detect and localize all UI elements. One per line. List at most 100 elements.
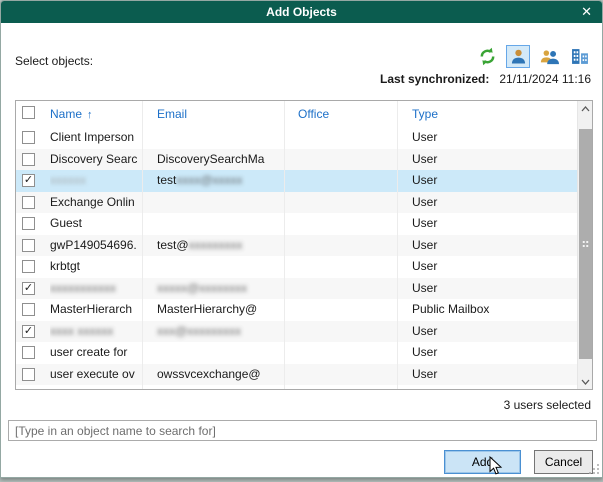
cell-name: krbtgt — [16, 256, 142, 278]
cell-email — [142, 256, 284, 278]
cell-type: User — [412, 259, 438, 273]
column-header-type[interactable]: Type — [412, 107, 438, 121]
vertical-scrollbar[interactable] — [577, 101, 592, 389]
scroll-up-icon[interactable] — [578, 101, 592, 116]
cell-type: User — [412, 237, 438, 252]
object-type-toolbar — [475, 45, 592, 68]
search-input[interactable] — [8, 420, 597, 441]
table-row[interactable]: Guest User — [16, 213, 577, 235]
close-icon[interactable]: ✕ — [581, 4, 592, 20]
titlebar[interactable]: Add Objects ✕ — [1, 1, 602, 23]
dialog-title: Add Objects — [266, 5, 337, 19]
row-checkbox[interactable] — [22, 346, 35, 359]
cell-type: User — [412, 345, 438, 359]
column-divider — [284, 101, 285, 389]
row-checkbox[interactable] — [22, 217, 35, 230]
cell-email: xxxxx@xxxxxxxx — [142, 278, 284, 300]
cell-name: MasterHierarch — [16, 299, 142, 321]
cell-email — [142, 342, 284, 364]
cell-name: user create for — [16, 342, 142, 364]
column-divider — [142, 101, 143, 389]
row-checkbox[interactable] — [22, 260, 35, 273]
row-checkbox[interactable] — [22, 152, 35, 166]
cell-office — [284, 149, 397, 171]
table-row[interactable]: MasterHierarch MasterHierarchy@ Public Mai… — [16, 299, 577, 321]
scrollbar-thumb[interactable] — [579, 129, 592, 359]
column-header-office[interactable]: Office — [298, 107, 329, 121]
table-row[interactable]: ✓ xxxx xxxxxx xxx@xxxxxxxxx User — [16, 320, 577, 343]
cancel-button[interactable]: Cancel — [534, 450, 593, 474]
cell-name: gwP149054696. — [16, 235, 142, 257]
cell-name: Guest — [16, 213, 142, 235]
table-row[interactable]: Client Imperson User — [16, 127, 577, 149]
row-checkbox[interactable] — [22, 131, 35, 144]
cell-email: testxxxx@xxxxx — [157, 173, 243, 187]
table-row[interactable]: user execute ov owssvcexchange@ User — [16, 363, 577, 386]
scrollbar-grip-icon — [582, 240, 589, 248]
cell-type: User — [412, 323, 438, 338]
column-header-email[interactable]: Email — [157, 107, 187, 121]
redacted-text: xxxxxx — [50, 173, 86, 187]
objects-table: Name ↑ Email Office Type Client Imperson U… — [15, 100, 593, 390]
table-header: Name ↑ Email Office Type — [16, 101, 577, 127]
row-checkbox[interactable]: ✓ — [22, 174, 35, 187]
table-row[interactable]: user create for User — [16, 342, 577, 364]
cell-type: User — [412, 173, 438, 187]
cell-email: owssvcexchange@ — [157, 366, 261, 381]
row-checkbox[interactable]: ✓ — [22, 324, 35, 338]
last-synchronized: Last synchronized: 21/11/2024 11:16 — [380, 72, 591, 86]
cell-name: user execute ov — [16, 364, 142, 386]
user-group-icon[interactable] — [537, 45, 561, 68]
cell-name: Discovery Searc — [16, 149, 142, 171]
table-row[interactable]: Exchange Onlin User — [16, 191, 577, 214]
cell-office — [284, 235, 397, 257]
cell-office — [284, 299, 397, 321]
row-checkbox[interactable] — [22, 303, 35, 316]
table-row[interactable]: ✓ xxxxxx testxxxx@xxxxx User — [16, 170, 577, 192]
resize-grip-icon[interactable] — [588, 463, 600, 475]
row-checkbox[interactable]: ✓ — [22, 281, 35, 295]
column-header-name[interactable]: Name ↑ — [50, 107, 93, 121]
row-checkbox[interactable] — [22, 195, 35, 209]
redacted-text: xxxx xxxxxx — [50, 323, 114, 338]
cell-type: User — [412, 216, 438, 230]
cell-type: User — [412, 280, 438, 295]
cell-email — [142, 127, 284, 149]
cell-name: ✓ xxxxxxxxxxx — [16, 278, 142, 300]
scroll-down-icon[interactable] — [578, 374, 592, 389]
user-icon[interactable] — [506, 45, 530, 68]
cell-name: Client Imperson — [16, 127, 142, 149]
table-row[interactable]: Discovery Searc DiscoverySearchMa User — [16, 148, 577, 171]
cell-office — [284, 256, 397, 278]
cell-type: User — [412, 151, 438, 166]
redacted-text: xxxxxxxxxxx — [50, 280, 116, 295]
cell-office — [284, 342, 397, 364]
cell-name: Exchange Onlin — [16, 192, 142, 214]
organization-icon[interactable] — [568, 45, 592, 68]
last-synchronized-label: Last synchronized: — [380, 72, 490, 86]
table-row[interactable]: krbtgt User — [16, 256, 577, 278]
sort-ascending-icon: ↑ — [87, 109, 93, 121]
cell-email: DiscoverySearchMa — [157, 151, 265, 166]
select-all-checkbox[interactable] — [22, 106, 35, 119]
table-row[interactable]: gwP149054696. test@xxxxxxxxx User — [16, 234, 577, 257]
cell-office — [284, 213, 397, 235]
redacted-text: xxxxxxxxx — [188, 237, 243, 252]
cell-email — [142, 213, 284, 235]
refresh-icon[interactable] — [475, 45, 499, 68]
table-row[interactable]: ✓ xxxxxxxxxxx xxxxx@xxxxxxxx User — [16, 277, 577, 300]
cell-office — [284, 192, 397, 214]
column-divider — [397, 101, 398, 389]
cell-name: ✓ xxxx xxxxxx — [16, 321, 142, 343]
table-body: Client Imperson User Discovery Searc Discov… — [16, 127, 577, 389]
redacted-text: xxxxx@xxxxxxxx — [157, 280, 248, 295]
mouse-cursor — [489, 456, 503, 475]
row-checkbox[interactable] — [22, 367, 35, 381]
cell-name: ✓ xxxxxx — [16, 170, 142, 192]
add-button[interactable]: Add — [444, 450, 521, 474]
row-checkbox[interactable] — [22, 238, 35, 252]
cell-email: xxx@xxxxxxxxx — [142, 321, 284, 343]
cell-office — [284, 364, 397, 386]
selected-count: 3 users selected — [503, 398, 591, 412]
redacted-text: xxx@xxxxxxxxx — [157, 323, 242, 338]
